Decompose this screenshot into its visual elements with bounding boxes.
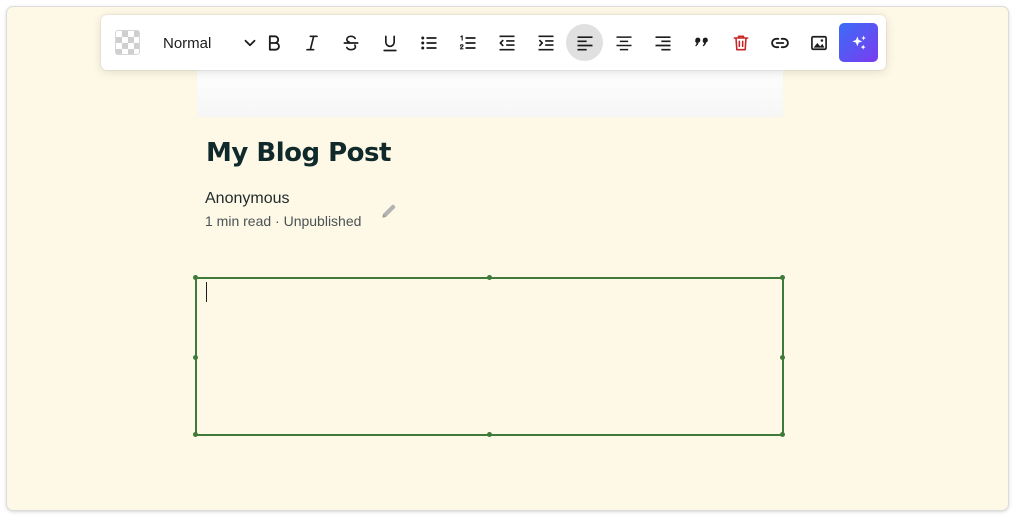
resize-handle-top[interactable] [487,275,492,280]
resize-handle-left[interactable] [193,355,198,360]
resize-handle-bottom-right[interactable] [780,432,785,437]
ai-assist-button[interactable] [839,23,878,62]
pencil-icon [382,204,396,218]
bullet-list-icon [420,36,436,49]
italic-icon [305,35,318,51]
author-name: Anonymous [205,190,290,207]
align-center-button[interactable] [605,24,642,61]
edit-byline-button[interactable] [377,199,401,223]
formatting-toolbar: Normal [101,15,886,70]
strikethrough-icon [343,34,358,51]
resize-handle-right[interactable] [780,355,785,360]
underline-button[interactable] [371,24,408,61]
resize-handle-bottom[interactable] [487,432,492,437]
text-cursor [206,282,207,302]
quote-button[interactable] [683,24,720,61]
align-center-icon [616,35,631,50]
bold-icon [268,34,280,51]
link-icon [770,37,789,48]
delete-button[interactable] [722,24,759,61]
underline-icon [382,35,397,51]
strikethrough-button[interactable] [332,24,369,61]
trash-icon [733,35,748,50]
align-left-icon [577,35,592,50]
cover-image-area[interactable] [197,62,783,117]
outdent-button[interactable] [488,24,525,61]
indent-icon [538,35,553,50]
link-button[interactable] [761,24,798,61]
resize-handle-top-right[interactable] [780,275,785,280]
align-left-button[interactable] [566,24,603,61]
align-right-icon [655,35,670,50]
bullet-list-button[interactable] [410,24,447,61]
sparkles-icon [851,35,866,50]
indent-button[interactable] [527,24,564,61]
background-color-picker[interactable] [115,30,140,55]
image-icon [810,35,827,50]
post-title[interactable]: My Blog Post [206,138,391,168]
quote-icon [694,37,708,46]
resize-handle-bottom-left[interactable] [193,432,198,437]
numbered-list-icon [459,34,475,49]
bold-button[interactable] [255,24,292,61]
editor-window: Normal My Blog Post Anonymous 1 min read… [7,7,1008,510]
outdent-icon [499,35,514,50]
numbered-list-button[interactable] [449,24,486,61]
text-style-dropdown[interactable]: Normal [163,32,256,54]
editor-body-input[interactable] [193,275,785,437]
post-meta: 1 min read · Unpublished [205,213,362,229]
image-button[interactable] [800,24,837,61]
italic-button[interactable] [293,24,330,61]
text-style-value: Normal [163,34,212,52]
align-right-button[interactable] [644,24,681,61]
resize-handle-top-left[interactable] [193,275,198,280]
